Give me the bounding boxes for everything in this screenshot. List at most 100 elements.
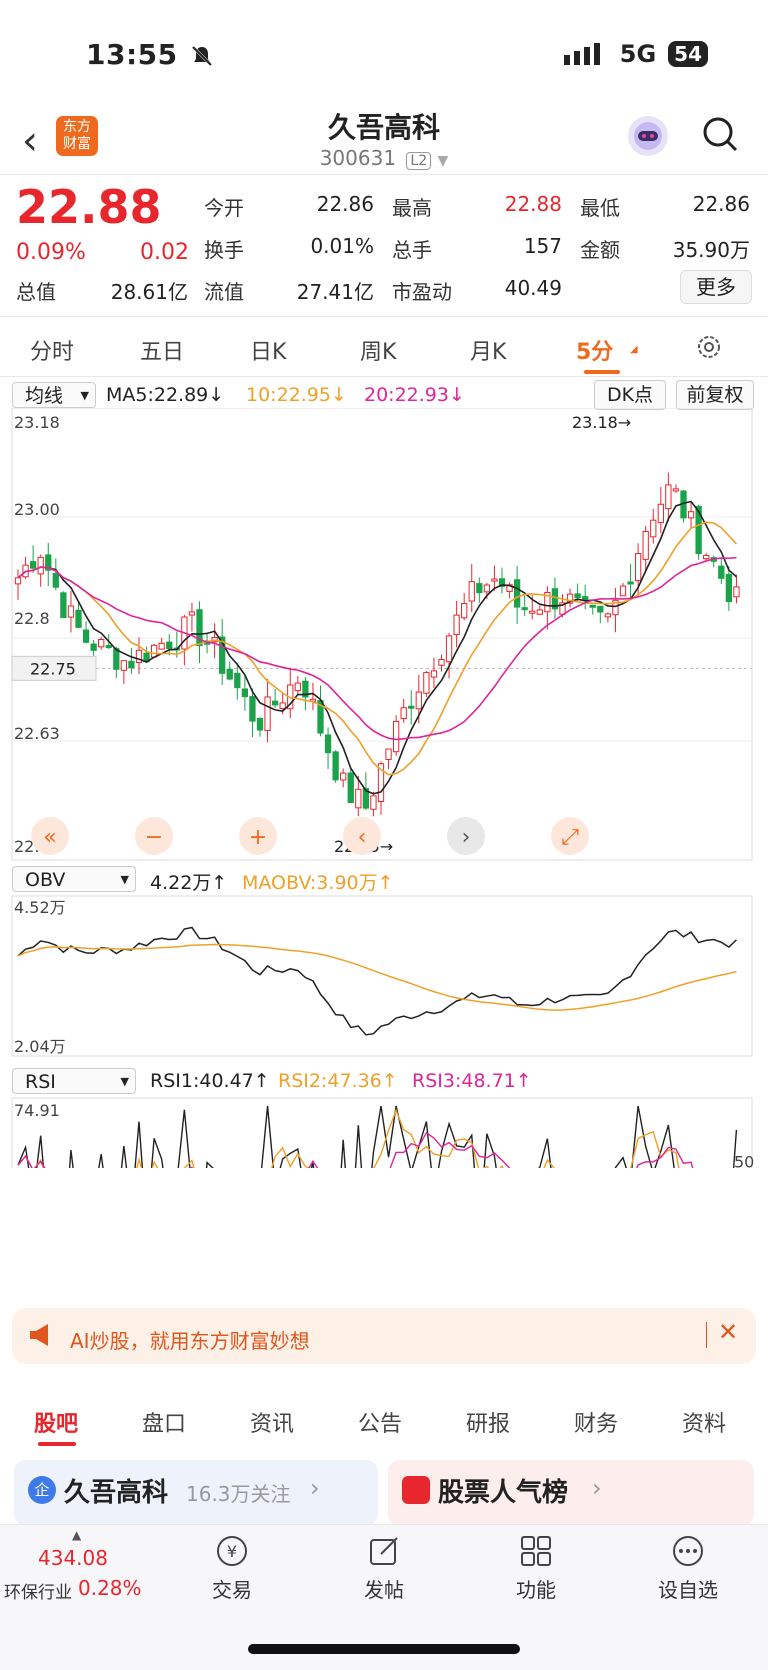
functions-label: 功能 — [516, 1578, 556, 1602]
divider — [0, 376, 768, 377]
candle-body — [271, 700, 279, 706]
post-button[interactable]: 发帖 — [334, 1534, 434, 1603]
candle-body — [158, 642, 165, 650]
candle-body — [264, 696, 271, 731]
candle-body — [687, 511, 695, 519]
candle-body — [627, 581, 634, 585]
rsi3-value: RSI3:48.71↑ — [412, 1070, 532, 1092]
y-axis-label: 22.63 — [14, 724, 60, 743]
candle-body — [476, 583, 483, 594]
candle-body — [37, 556, 44, 575]
candle-body — [166, 641, 173, 650]
robot-assistant-icon[interactable] — [628, 116, 668, 156]
chevron-double-left-icon[interactable]: « — [43, 825, 56, 850]
candle-body — [574, 593, 581, 599]
divider — [0, 174, 768, 175]
float-value: 27.41亿 — [296, 280, 374, 304]
low-label: 最低 — [580, 196, 620, 220]
candle-body — [703, 555, 710, 560]
candle-body — [82, 629, 90, 643]
zoom-out-icon[interactable]: − — [145, 825, 163, 850]
zoom-in-icon[interactable]: + — [249, 825, 267, 850]
candle-body — [249, 696, 256, 722]
candle-body — [445, 635, 453, 663]
candle-body — [241, 688, 249, 698]
index-name[interactable]: 环保行业 — [4, 1578, 72, 1603]
banner-text: AI炒股，就用东方财富妙想 — [70, 1329, 310, 1353]
stock-forum-card[interactable]: 企 久吾高科 16.3万关注 › — [14, 1460, 378, 1526]
tab-five-day[interactable]: 五日 — [140, 334, 184, 366]
candle-body — [453, 614, 460, 635]
close-icon[interactable]: ✕ — [718, 1318, 738, 1346]
index-pct[interactable]: 0.28% — [78, 1576, 142, 1600]
candle-body — [536, 609, 543, 615]
tab-announcements[interactable]: 公告 — [358, 1406, 402, 1438]
rsi-mid-label: 50 — [734, 1152, 754, 1168]
search-icon[interactable] — [702, 116, 738, 152]
tab-pankou[interactable]: 盘口 — [142, 1406, 186, 1438]
candle-body — [256, 717, 264, 731]
tab-weekly-k[interactable]: 周K — [360, 334, 396, 366]
tab-daily-k[interactable]: 日K — [250, 334, 286, 366]
expand-icon[interactable]: ⤢ — [561, 825, 579, 850]
functions-button[interactable]: 功能 — [486, 1534, 586, 1603]
tab-monthly-k[interactable]: 月K — [470, 334, 506, 366]
rsi-select[interactable]: RSI ▼ — [12, 1068, 136, 1094]
gear-icon[interactable] — [694, 332, 724, 362]
obv-panel-frame — [11, 895, 753, 1057]
pe-label: 市盈动 — [392, 280, 452, 304]
candle-body — [468, 581, 475, 602]
amount-value: 35.90万 — [672, 238, 750, 262]
candle-body — [279, 702, 286, 709]
candle-body — [332, 751, 339, 781]
tab-guba[interactable]: 股吧 — [34, 1406, 78, 1438]
adjust-button[interactable]: 前复权 — [676, 380, 754, 410]
chevron-right-icon: › — [310, 1474, 320, 1502]
tab-profile[interactable]: 资料 — [682, 1406, 726, 1438]
ma5-value: MA5:22.89↓ — [106, 384, 225, 406]
more-button[interactable]: 更多 — [680, 270, 752, 304]
candle-body — [597, 605, 604, 613]
divider — [706, 1322, 707, 1348]
candle-body — [634, 553, 642, 582]
chevron-right-icon[interactable]: › — [462, 825, 471, 850]
obv-line — [17, 926, 737, 1036]
candle-body — [105, 645, 112, 649]
dk-point-button[interactable]: DK点 — [594, 380, 666, 410]
active-tab-indicator — [584, 370, 620, 374]
candle-body — [642, 530, 649, 560]
candle-body — [665, 484, 672, 510]
add-watchlist-button[interactable]: 设自选 — [638, 1534, 738, 1603]
maobv-value: MAOBV:3.90万↑ — [242, 872, 394, 894]
tab-research[interactable]: 研报 — [466, 1406, 510, 1438]
y-axis-label: 23.00 — [14, 500, 60, 519]
tab-5min[interactable]: 5分 — [576, 334, 613, 366]
candle-body — [90, 643, 97, 651]
candle-body — [672, 488, 680, 492]
candle-body — [188, 611, 196, 616]
tab-news[interactable]: 资讯 — [250, 1406, 294, 1438]
candle-body — [400, 707, 407, 720]
level2-badge: L2 — [406, 152, 432, 170]
indicator-select[interactable]: 均线 ▼ — [12, 382, 96, 408]
rsi-select-label: RSI — [25, 1071, 56, 1093]
obv-select[interactable]: OBV ▼ — [12, 866, 136, 892]
caret-down-icon: ▼ — [80, 389, 89, 402]
candle-body — [355, 788, 362, 809]
caret-down-icon: ▼ — [120, 1075, 129, 1088]
apps-grid-icon — [521, 1536, 551, 1566]
svg-text:¥: ¥ — [227, 1542, 237, 1561]
tab-finance[interactable]: 财务 — [574, 1406, 618, 1438]
popularity-card[interactable]: 股票人气榜 › — [388, 1460, 754, 1526]
price-chart[interactable]: 23.1823.0022.822.6322.4522.7523.18→22.45… — [0, 408, 768, 1168]
caret-down-icon: ▼ — [120, 873, 129, 886]
status-indicators: 5G 54 — [563, 40, 708, 68]
index-value[interactable]: 434.08 — [38, 1546, 108, 1570]
turnover-value: 0.01% — [310, 234, 374, 258]
open-label: 今开 — [204, 196, 244, 220]
stock-code: 300631 — [319, 146, 397, 170]
obv-select-label: OBV — [25, 869, 66, 891]
trade-button[interactable]: ¥ 交易 — [182, 1534, 282, 1603]
chevron-left-icon[interactable]: ‹ — [358, 825, 367, 850]
tab-intraday[interactable]: 分时 — [30, 334, 74, 366]
